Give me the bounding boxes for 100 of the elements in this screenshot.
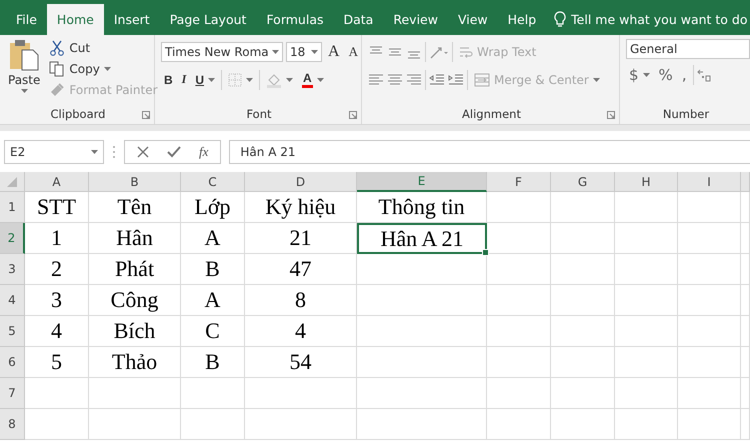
insert-function-button[interactable]: fx: [199, 144, 208, 160]
cut-button[interactable]: Cut: [46, 39, 161, 57]
column-header[interactable]: G: [551, 172, 615, 192]
column-header[interactable]: E: [357, 172, 487, 192]
table-cell: Thông tin: [357, 192, 487, 223]
dialog-launcher-icon[interactable]: [349, 111, 357, 119]
bold-button[interactable]: B: [161, 72, 176, 88]
increase-decimal-icon[interactable]: [696, 68, 711, 82]
column-header[interactable]: B: [89, 172, 181, 192]
empty-cell: [678, 409, 741, 440]
checkmark-icon[interactable]: [167, 146, 181, 158]
empty-cell: [741, 378, 750, 409]
ribbon-tab[interactable]: Formulas: [256, 4, 334, 35]
lightbulb-icon[interactable]: [554, 11, 566, 28]
row-header[interactable]: 1: [0, 192, 25, 223]
decrease-font-size-button[interactable]: A: [346, 42, 361, 60]
table-cell: B: [181, 254, 245, 285]
empty-cell: [487, 316, 551, 347]
font-size-field[interactable]: 18: [286, 42, 322, 62]
row-header[interactable]: 2: [0, 223, 25, 254]
empty-cell: [551, 223, 615, 254]
font-name-field[interactable]: Times New Roma: [161, 42, 283, 62]
ribbon-tab[interactable]: Home: [46, 4, 104, 35]
empty-cell: [741, 316, 750, 347]
empty-cell: [678, 192, 741, 223]
table-cell: 5: [25, 347, 89, 378]
ribbon-tab[interactable]: View: [448, 4, 498, 35]
ribbon-tab[interactable]: Insert: [104, 4, 160, 35]
underline-button[interactable]: U: [192, 72, 218, 88]
ribbon-tab[interactable]: Help: [498, 4, 546, 35]
font-color-button[interactable]: A: [299, 70, 327, 88]
empty-cell: [741, 347, 750, 378]
table-cell: STT: [25, 192, 89, 223]
empty-cell: [551, 285, 615, 316]
table-cell: 4: [245, 316, 357, 347]
caret-icon: [208, 78, 216, 82]
empty-cell: [181, 378, 245, 409]
table-cell: 1: [25, 223, 89, 254]
ribbon-tab[interactable]: Review: [383, 4, 448, 35]
row-header[interactable]: 6: [0, 347, 25, 378]
group-label: Alignment: [461, 106, 522, 123]
table-cell: C: [181, 316, 245, 347]
column-header[interactable]: C: [181, 172, 245, 192]
table-cell: 47: [245, 254, 357, 285]
table-cell: Phát: [89, 254, 181, 285]
table-cell: 3: [25, 285, 89, 316]
empty-cell: [615, 347, 678, 378]
table-cell: B: [181, 347, 245, 378]
dialog-launcher-icon[interactable]: [607, 111, 615, 119]
column-header[interactable]: D: [245, 172, 357, 192]
number-format-field[interactable]: General: [626, 39, 750, 59]
row-header[interactable]: 4: [0, 285, 25, 316]
empty-cell: [551, 378, 615, 409]
fill-handle[interactable]: [482, 249, 489, 256]
row-header[interactable]: 5: [0, 316, 25, 347]
empty-cell: [487, 192, 551, 223]
increase-font-size-button[interactable]: A: [325, 42, 343, 62]
align-icon[interactable]: [406, 72, 422, 88]
table-cell: 8: [245, 285, 357, 316]
caret-icon: [272, 50, 279, 54]
column-header[interactable]: H: [615, 172, 678, 192]
ribbon-tab[interactable]: File: [6, 4, 47, 35]
copy-button[interactable]: Copy: [46, 60, 161, 78]
comma-style-button[interactable]: ,: [678, 64, 690, 84]
caret-icon: [246, 78, 254, 82]
empty-cell: [678, 378, 741, 409]
table-cell: Công: [89, 285, 181, 316]
decrease-indent-icon[interactable]: [429, 72, 445, 86]
paintbrush-icon: [49, 82, 66, 98]
ribbon-tab[interactable]: Page Layout: [160, 4, 256, 35]
cancel-icon[interactable]: [137, 146, 149, 158]
increase-indent-icon[interactable]: [448, 72, 464, 86]
column-header[interactable]: A: [25, 172, 89, 192]
empty-cell: [551, 192, 615, 223]
currency-button[interactable]: $: [626, 64, 653, 84]
table-cell: 54: [245, 347, 357, 378]
table-cell: A: [181, 223, 245, 254]
column-header[interactable]: F: [487, 172, 551, 192]
name-box[interactable]: E2: [4, 140, 104, 164]
caret-icon: [91, 150, 98, 154]
caret-icon: [311, 50, 318, 54]
active-cell[interactable]: Hân A 21: [357, 223, 487, 254]
grip-icon[interactable]: [112, 144, 116, 158]
dialog-launcher-icon[interactable]: [142, 111, 150, 119]
align-icon[interactable]: [387, 72, 403, 88]
row-header[interactable]: 8: [0, 409, 25, 440]
row-header[interactable]: 3: [0, 254, 25, 285]
search-prompt[interactable]: Tell me what you want to do: [571, 12, 748, 27]
paint-bucket-icon: [266, 72, 282, 88]
formula-field[interactable]: Hân A 21: [229, 140, 750, 164]
column-header[interactable]: I: [678, 172, 741, 192]
paste-button[interactable]: Paste: [6, 39, 42, 104]
empty-cell: [741, 254, 750, 285]
italic-button[interactable]: I: [178, 71, 190, 88]
empty-cell: [615, 223, 678, 254]
align-icon[interactable]: [368, 72, 384, 88]
ribbon-tab[interactable]: Data: [334, 4, 384, 35]
row-header[interactable]: 7: [0, 378, 25, 409]
percent-button[interactable]: %: [656, 64, 676, 84]
empty-cell: [678, 316, 741, 347]
